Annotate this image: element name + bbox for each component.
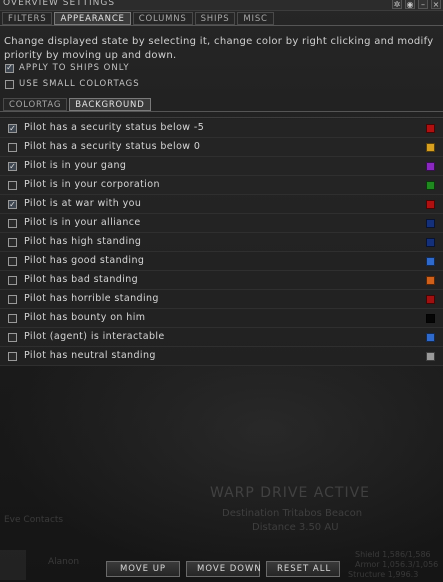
apply-to-ships-only-option[interactable]: ✓ APPLY TO SHIPS ONLY [5, 63, 130, 73]
use-small-colortags-label: USE SMALL COLORTAGS [19, 79, 140, 89]
pilot-name: Alanon [48, 557, 80, 567]
state-label: Pilot has bounty on him [24, 312, 146, 323]
state-color-swatch[interactable] [426, 124, 435, 133]
state-checkbox[interactable] [8, 238, 17, 247]
warp-status-text: WARP DRIVE ACTIVE [210, 485, 370, 501]
state-row[interactable]: ✓ Pilot is at war with you [0, 195, 443, 214]
state-label: Pilot is in your corporation [24, 179, 160, 190]
state-color-swatch[interactable] [426, 219, 435, 228]
state-color-swatch[interactable] [426, 295, 435, 304]
state-checkbox[interactable] [8, 314, 17, 323]
state-label: Pilot is in your alliance [24, 217, 141, 228]
apply-to-ships-only-checkbox[interactable]: ✓ [5, 63, 14, 73]
state-label: Pilot has a security status below 0 [24, 141, 201, 152]
window-controls: ✲ ◉ – × [392, 0, 441, 9]
state-row[interactable]: Pilot is in your corporation [0, 176, 443, 195]
instructions-text: Change displayed state by selecting it, … [4, 36, 434, 61]
sub-tab-bar: COLORTAG BACKGROUND [3, 98, 151, 111]
state-color-swatch[interactable] [426, 238, 435, 247]
pilot-portrait [0, 550, 26, 580]
state-checkbox[interactable] [8, 352, 17, 361]
state-row[interactable]: Pilot has good standing [0, 252, 443, 271]
move-up-button[interactable]: MOVE UP [106, 561, 180, 577]
state-checkbox[interactable]: ✓ [8, 124, 17, 133]
settings-icon[interactable]: ✲ [392, 0, 402, 9]
state-list: ✓ Pilot has a security status below -5 Pil… [0, 117, 443, 368]
close-icon[interactable]: × [431, 0, 441, 9]
state-checkbox[interactable] [8, 333, 17, 342]
move-down-button[interactable]: MOVE DOWN [186, 561, 261, 577]
sidebar-ghost-label: Eve Contacts [4, 515, 64, 525]
tab-background[interactable]: BACKGROUND [69, 98, 151, 111]
state-checkbox[interactable] [8, 219, 17, 228]
state-label: Pilot is in your gang [24, 160, 127, 171]
warp-distance-text: Distance 3.50 AU [252, 522, 339, 533]
state-checkbox[interactable] [8, 181, 17, 190]
state-label: Pilot has neutral standing [24, 350, 156, 361]
state-checkbox[interactable]: ✓ [8, 162, 17, 171]
title-bar[interactable]: OVERVIEW SETTINGS ✲ ◉ – × [0, 0, 443, 11]
state-checkbox[interactable]: ✓ [8, 200, 17, 209]
state-row[interactable]: Pilot has high standing [0, 233, 443, 252]
structure-readout: Structure 1,996.3 [348, 570, 419, 579]
state-row[interactable]: Pilot has neutral standing [0, 347, 443, 366]
state-color-swatch[interactable] [426, 181, 435, 190]
minimize-icon[interactable]: – [418, 0, 428, 9]
tab-columns[interactable]: COLUMNS [132, 12, 193, 25]
armor-readout: Armor 1,056.3/1,056 [355, 560, 439, 569]
reset-all-button[interactable]: RESET ALL [266, 561, 340, 577]
tab-appearance[interactable]: APPEARANCE [54, 12, 131, 25]
state-label: Pilot is at war with you [24, 198, 142, 209]
state-color-swatch[interactable] [426, 352, 435, 361]
state-color-swatch[interactable] [426, 162, 435, 171]
use-small-colortags-option[interactable]: USE SMALL COLORTAGS [5, 79, 140, 89]
sub-tab-divider [0, 111, 443, 112]
window-title: OVERVIEW SETTINGS [3, 0, 116, 8]
state-color-swatch[interactable] [426, 314, 435, 323]
state-label: Pilot has good standing [24, 255, 145, 266]
state-label: Pilot has high standing [24, 236, 142, 247]
state-row[interactable]: Pilot has horrible standing [0, 290, 443, 309]
state-row[interactable]: Pilot has bad standing [0, 271, 443, 290]
state-row[interactable]: ✓ Pilot is in your gang [0, 157, 443, 176]
tab-ships[interactable]: SHIPS [194, 12, 236, 25]
overview-settings-window: WARP DRIVE ACTIVE Destination Tritabos B… [0, 0, 443, 582]
state-row[interactable]: Pilot (agent) is interactable [0, 328, 443, 347]
state-color-swatch[interactable] [426, 200, 435, 209]
state-label: Pilot has a security status below -5 [24, 122, 205, 133]
state-row[interactable]: Pilot is in your alliance [0, 214, 443, 233]
state-color-swatch[interactable] [426, 143, 435, 152]
shield-readout: Shield 1,586/1,586 [355, 550, 431, 559]
tab-filters[interactable]: FILTERS [2, 12, 53, 25]
state-color-swatch[interactable] [426, 333, 435, 342]
state-row[interactable]: Pilot has bounty on him [0, 309, 443, 328]
state-color-swatch[interactable] [426, 257, 435, 266]
use-small-colortags-checkbox[interactable] [5, 79, 14, 89]
apply-to-ships-only-label: APPLY TO SHIPS ONLY [19, 63, 130, 73]
state-label: Pilot has horrible standing [24, 293, 159, 304]
state-checkbox[interactable] [8, 295, 17, 304]
tab-divider [0, 25, 443, 26]
state-row[interactable]: Pilot has a security status below 0 [0, 138, 443, 157]
background-scene [0, 365, 443, 582]
button-bar: MOVE UP MOVE DOWN RESET ALL [106, 561, 340, 577]
tab-misc[interactable]: MISC [237, 12, 274, 25]
tab-colortag[interactable]: COLORTAG [3, 98, 68, 111]
state-checkbox[interactable] [8, 257, 17, 266]
state-checkbox[interactable] [8, 276, 17, 285]
state-label: Pilot (agent) is interactable [24, 331, 165, 342]
warp-destination-text: Destination Tritabos Beacon [222, 508, 363, 519]
top-tab-bar: FILTERS APPEARANCE COLUMNS SHIPS MISC [2, 12, 274, 25]
state-row[interactable]: ✓ Pilot has a security status below -5 [0, 119, 443, 138]
state-color-swatch[interactable] [426, 276, 435, 285]
info-icon[interactable]: ◉ [405, 0, 415, 9]
state-checkbox[interactable] [8, 143, 17, 152]
state-label: Pilot has bad standing [24, 274, 139, 285]
